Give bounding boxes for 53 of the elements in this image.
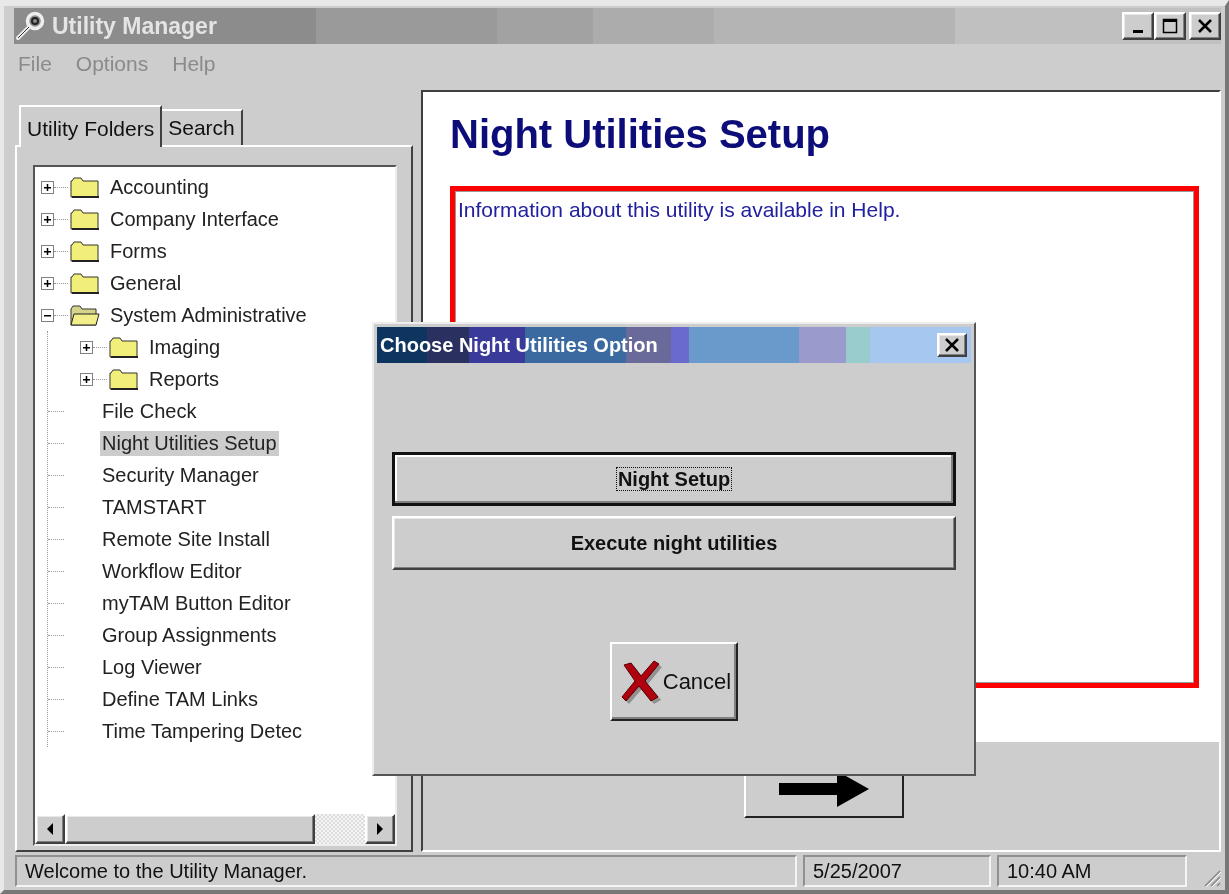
tree-item[interactable]: General [108,270,184,296]
tab[interactable]: Utility Folders [19,105,163,147]
expand-icon[interactable] [41,244,54,258]
tree-item[interactable]: Forms [108,238,169,264]
close-icon [944,338,960,352]
folder-icon [70,271,100,295]
expand-icon[interactable] [41,276,54,290]
scroll-left-button[interactable] [35,814,65,844]
tree-item[interactable]: Imaging [147,334,223,360]
maximize-icon [1162,18,1178,34]
cancel-button[interactable]: Cancel [610,642,738,721]
expand-icon[interactable] [41,180,54,194]
horizontal-scrollbar[interactable] [35,814,395,844]
status-date: 5/25/2007 [803,855,991,887]
folder-icon [109,335,139,359]
collapse-icon[interactable] [41,308,54,322]
tree-item[interactable]: Log Viewer [100,654,204,680]
close-button[interactable] [937,333,967,357]
minimize-icon [1133,29,1143,33]
tab[interactable]: Search [160,109,243,145]
window-title: Utility Manager [52,12,217,40]
tree-item[interactable]: Workflow Editor [100,558,244,584]
folder-icon [70,207,100,231]
tree-item[interactable]: Time Tampering Detec [100,718,305,744]
tree-item[interactable]: Night Utilities Setup [100,430,279,456]
tree-item[interactable]: Company Interface [108,206,281,232]
open-folder-icon [70,303,100,327]
tree-item[interactable]: Accounting [108,174,211,200]
right-arrow-icon [376,823,384,835]
expand-icon[interactable] [41,212,54,226]
scrollbar-thumb[interactable] [65,814,315,844]
status-time: 10:40 AM [997,855,1187,887]
scroll-right-button[interactable] [365,814,395,844]
folder-icon [109,367,139,391]
tree-item[interactable]: myTAM Button Editor [100,590,293,616]
expand-icon[interactable] [80,340,93,354]
tree-item[interactable]: TAMSTART [100,494,209,520]
close-icon [1197,19,1213,33]
left-arrow-icon [46,823,54,835]
option-button[interactable]: Night Setup [392,452,956,506]
tree-item[interactable]: Group Assignments [100,622,279,648]
tree-item[interactable]: Define TAM Links [100,686,260,712]
option-button[interactable]: Execute night utilities [392,516,956,570]
tree-item[interactable]: File Check [100,398,199,424]
tree-item[interactable]: Reports [147,366,222,392]
tree-item[interactable]: Remote Site Install [100,526,272,552]
folder-icon [70,239,100,263]
tree-item[interactable]: Security Manager [100,462,261,488]
page-heading: Night Utilities Setup [450,112,831,158]
status-message: Welcome to the Utility Manager. [15,855,797,887]
expand-icon[interactable] [80,372,93,386]
folder-icon [70,175,100,199]
tree-item[interactable]: System Administrative [108,302,309,328]
